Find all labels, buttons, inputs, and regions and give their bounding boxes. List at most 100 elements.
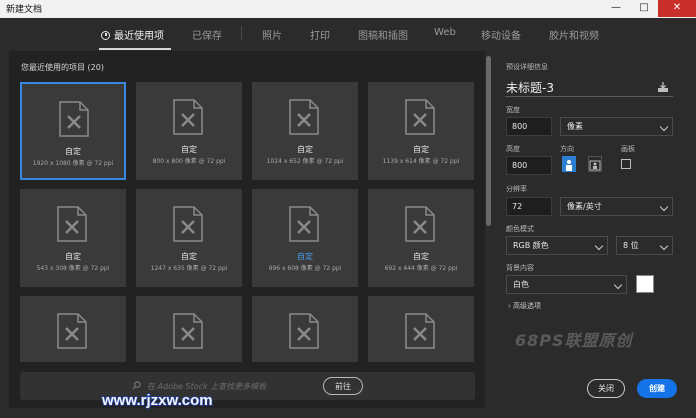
minimize-button[interactable]: —: [602, 0, 630, 17]
clock-icon: [101, 31, 110, 40]
recent-item-tile[interactable]: 自定 1139 x 614 像素 @ 72 ppi: [368, 82, 474, 180]
portrait-orientation-button[interactable]: [562, 156, 576, 172]
resolution-unit-select[interactable]: 像素/英寸: [560, 197, 673, 216]
recent-item-size: 800 x 800 像素 @ 72 ppi: [152, 158, 226, 165]
document-icon: [173, 206, 203, 242]
tab-mobile[interactable]: 移动设备: [481, 27, 521, 42]
width-unit-select[interactable]: 像素: [560, 117, 673, 136]
background-color-swatch[interactable]: [636, 275, 654, 293]
document-icon: [289, 206, 319, 242]
advanced-options-toggle[interactable]: › 高级选项: [508, 301, 541, 311]
artboard-checkbox[interactable]: [621, 159, 631, 169]
recent-item-name: 自定: [297, 145, 313, 154]
create-button[interactable]: 创建: [637, 379, 677, 398]
tab-photo[interactable]: 照片: [262, 27, 282, 42]
document-icon: [289, 313, 319, 349]
document-icon: [57, 206, 87, 242]
recent-item-name: 自定: [297, 252, 313, 261]
document-icon: [405, 206, 435, 242]
recent-item-tile[interactable]: 自定 1024 x 652 像素 @ 72 ppi: [252, 82, 358, 180]
recent-item-name: 自定: [181, 252, 197, 261]
recent-item-tile[interactable]: 自定 800 x 800 像素 @ 72 ppi: [136, 82, 242, 180]
tab-art[interactable]: 图稿和插图: [358, 27, 408, 42]
portrait-icon: [566, 160, 572, 171]
window-title: 新建文档: [6, 5, 43, 15]
recent-panel: 您最近使用的项目 (20) 自定 1920 x 1080 像素 @ 72 ppi 自…: [9, 51, 485, 408]
tab-saved[interactable]: 已保存: [192, 27, 222, 42]
color-mode-label: 颜色模式: [506, 225, 534, 233]
orientation-label: 方向: [560, 145, 574, 153]
recent-item-name: 自定: [413, 145, 429, 154]
document-icon: [289, 99, 319, 135]
go-button[interactable]: 前往: [323, 377, 363, 395]
recent-item-size: 1920 x 1080 像素 @ 72 ppi: [32, 160, 114, 167]
chevron-down-icon: [659, 202, 669, 212]
grid-scrollbar[interactable]: [486, 56, 491, 226]
document-icon: [57, 313, 87, 349]
document-icon: [405, 99, 435, 135]
close-button[interactable]: 关闭: [587, 379, 625, 398]
resolution-input[interactable]: 72: [506, 197, 552, 216]
category-tabs: 最近使用项 已保存 照片 打印 图稿和插图 Web 移动设备 胶片和视频: [0, 18, 696, 50]
search-icon: [132, 381, 141, 390]
recent-item-name: 自定: [65, 147, 81, 156]
height-label: 高度: [506, 145, 520, 153]
chevron-down-icon: [659, 122, 669, 132]
artboard-label: 画板: [621, 145, 635, 153]
document-icon: [59, 101, 89, 137]
chevron-down-icon: [613, 280, 623, 290]
recent-item-size: 692 x 444 像素 @ 72 ppi: [384, 265, 458, 272]
recent-section-title: 您最近使用的项目 (20): [21, 63, 104, 72]
tab-film[interactable]: 胶片和视频: [549, 27, 599, 42]
document-icon: [173, 99, 203, 135]
recent-item-size: 1247 x 635 像素 @ 72 ppi: [150, 265, 228, 272]
close-window-button[interactable]: ✕: [658, 0, 696, 17]
window-titlebar: 新建文档 — □ ✕: [0, 0, 696, 19]
recent-item-name: 自定: [413, 252, 429, 261]
recent-grid: 自定 1920 x 1080 像素 @ 72 ppi 自定 800 x 800 像素 …: [20, 82, 476, 362]
background-select[interactable]: 白色: [506, 275, 627, 294]
width-label: 宽度: [506, 106, 520, 114]
stock-search-bar: 在 Adobe Stock 上查找更多模板 前往: [20, 372, 475, 400]
recent-item-tile[interactable]: [368, 296, 474, 362]
recent-item-name: 自定: [65, 252, 81, 261]
width-input[interactable]: 800: [506, 117, 552, 136]
recent-item-tile[interactable]: 自定 1247 x 635 像素 @ 72 ppi: [136, 189, 242, 287]
stock-search-input[interactable]: 在 Adobe Stock 上查找更多模板: [147, 381, 266, 392]
background-label: 背景内容: [506, 264, 534, 272]
recent-item-name: 自定: [181, 145, 197, 154]
recent-item-tile[interactable]: [20, 296, 126, 362]
chevron-right-icon: ›: [508, 302, 511, 310]
tab-web[interactable]: Web: [434, 27, 456, 38]
document-name-input[interactable]: 未标题-3: [506, 79, 554, 96]
preset-details-panel: 预设详细信息 未标题-3 宽度 800 像素 高度 800 方向 画板 分辨率 …: [495, 51, 687, 408]
color-mode-select[interactable]: RGB 颜色: [506, 236, 608, 255]
height-input[interactable]: 800: [506, 156, 552, 175]
recent-item-tile[interactable]: 自定 543 x 308 像素 @ 72 ppi: [20, 189, 126, 287]
chevron-down-icon: [659, 241, 669, 251]
name-underline: [505, 96, 673, 97]
tab-recent[interactable]: 最近使用项: [101, 27, 164, 42]
tab-print[interactable]: 打印: [310, 27, 330, 42]
recent-count: (20): [87, 63, 104, 72]
landscape-orientation-button[interactable]: [588, 156, 602, 172]
save-preset-icon[interactable]: [657, 81, 669, 93]
watermark-logo: 68PS联盟原创: [515, 331, 633, 350]
landscape-icon: [589, 160, 601, 171]
active-tab-indicator: [99, 48, 171, 50]
preset-section-label: 预设详细信息: [506, 63, 548, 71]
bit-depth-select[interactable]: 8 位: [616, 236, 673, 255]
recent-item-tile[interactable]: 自定 996 x 608 像素 @ 72 ppi: [252, 189, 358, 287]
recent-item-size: 1024 x 652 像素 @ 72 ppi: [266, 158, 344, 165]
maximize-button[interactable]: □: [630, 0, 658, 17]
resolution-label: 分辨率: [506, 185, 527, 193]
recent-item-tile[interactable]: 自定 1920 x 1080 像素 @ 72 ppi: [20, 82, 126, 180]
tab-divider: [241, 26, 242, 40]
document-icon: [173, 313, 203, 349]
recent-item-tile[interactable]: 自定 692 x 444 像素 @ 72 ppi: [368, 189, 474, 287]
recent-item-tile[interactable]: [136, 296, 242, 362]
recent-item-tile[interactable]: [252, 296, 358, 362]
recent-item-size: 1139 x 614 像素 @ 72 ppi: [382, 158, 460, 165]
recent-item-size: 996 x 608 像素 @ 72 ppi: [268, 265, 342, 272]
chevron-down-icon: [594, 241, 604, 251]
